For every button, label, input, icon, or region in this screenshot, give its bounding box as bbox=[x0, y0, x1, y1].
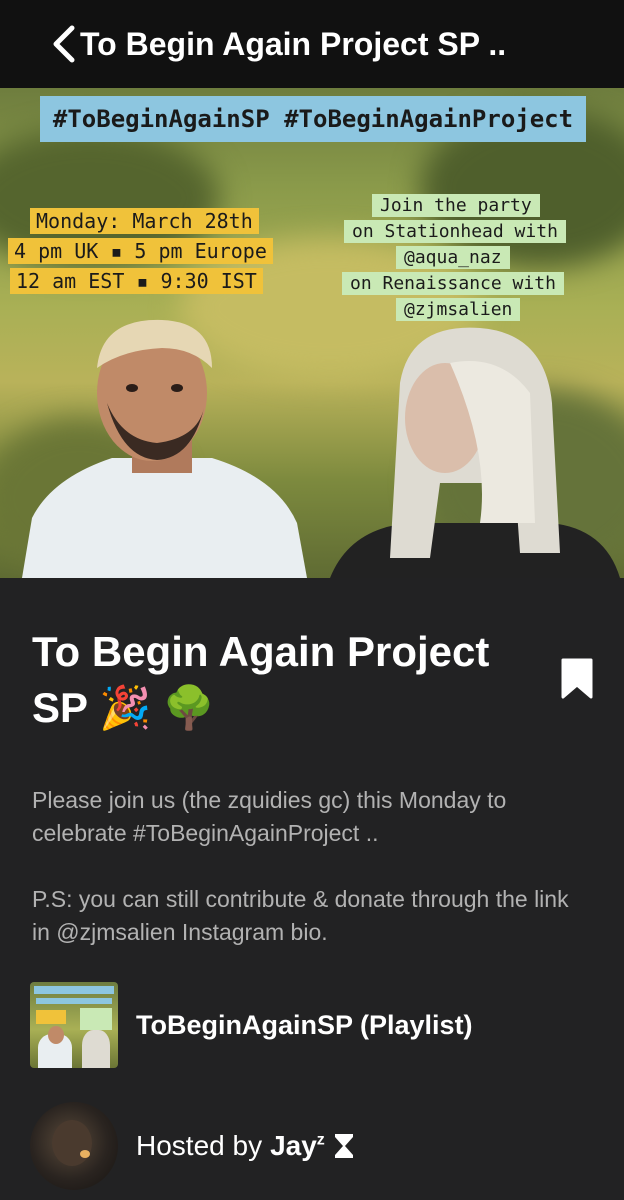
cover-person-woman bbox=[330, 327, 620, 578]
back-button[interactable] bbox=[46, 22, 80, 66]
cover-party-line: @aqua_naz bbox=[396, 246, 510, 269]
hourglass-icon bbox=[334, 1134, 353, 1158]
host-name-sup: z bbox=[316, 1131, 325, 1149]
event-title: To Begin Again Project SP 🎉 🌳 bbox=[32, 628, 490, 731]
cover-schedule-line: 4 pm UK ▪ 5 pm Europe bbox=[8, 238, 273, 264]
bookmark-icon[interactable] bbox=[560, 657, 594, 699]
cover-hashtags: #ToBeginAgainSP #ToBeginAgainProject bbox=[40, 96, 586, 142]
cover-schedule-line: 12 am EST ▪ 9:30 IST bbox=[10, 268, 263, 294]
host-text: Hosted by Jayz bbox=[136, 1130, 355, 1162]
top-bar: To Begin Again Project SP .. bbox=[0, 0, 624, 88]
host-row[interactable]: Hosted by Jayz bbox=[30, 1102, 594, 1190]
playlist-thumbnail bbox=[30, 982, 118, 1068]
page-title: To Begin Again Project SP .. bbox=[80, 25, 507, 62]
cover-party-line: on Renaissance with bbox=[342, 272, 564, 295]
playlist-row[interactable]: ToBeginAgainSP (Playlist) bbox=[30, 982, 594, 1068]
cover-party-line: on Stationhead with bbox=[344, 220, 566, 243]
cover-party-line: Join the party bbox=[372, 194, 540, 217]
avatar[interactable] bbox=[30, 1102, 118, 1190]
playlist-label: ToBeginAgainSP (Playlist) bbox=[136, 1009, 473, 1040]
description-paragraph: Please join us (the zquidies gc) this Mo… bbox=[32, 787, 507, 846]
description-paragraph: P.S: you can still contribute & donate t… bbox=[32, 886, 569, 945]
chevron-left-icon bbox=[53, 25, 75, 63]
host-name[interactable]: Jayz bbox=[270, 1130, 325, 1162]
cover-schedule-line: Monday: March 28th bbox=[30, 208, 259, 234]
cover-image: #ToBeginAgainSP #ToBeginAgainProject Mon… bbox=[0, 88, 624, 578]
event-description: Please join us (the zquidies gc) this Mo… bbox=[32, 784, 592, 949]
cover-party-line: @zjmsalien bbox=[396, 298, 521, 321]
host-name-text: Jay bbox=[270, 1130, 317, 1161]
host-prefix: Hosted by bbox=[136, 1130, 263, 1161]
cover-person-man bbox=[22, 319, 307, 578]
